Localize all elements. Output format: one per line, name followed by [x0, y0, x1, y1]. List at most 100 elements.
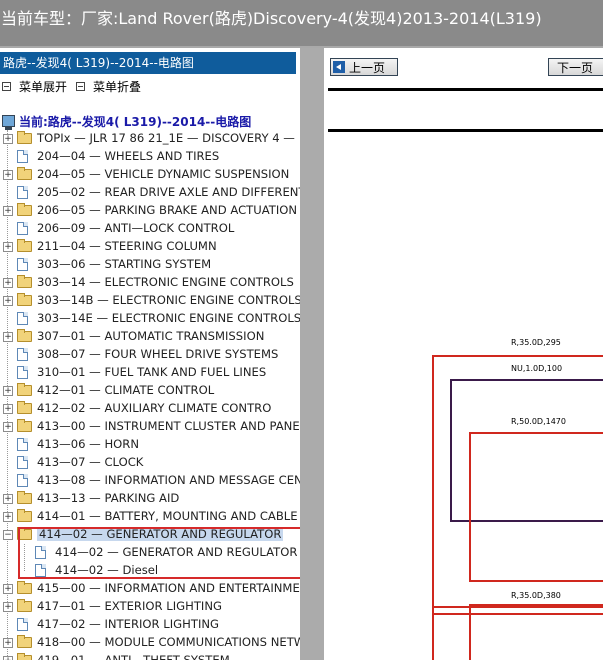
- tree-item[interactable]: + TOPIx — JLR 17 86 21_1E — DISCOVERY 4 —: [0, 130, 300, 148]
- tree-item[interactable]: 303—14E — ELECTRONIC ENGINE CONTROLS: [0, 310, 300, 328]
- expand-toggle-icon[interactable]: +: [3, 422, 13, 432]
- expand-toggle-icon[interactable]: +: [3, 602, 13, 612]
- diagram-header-line: [328, 129, 603, 132]
- tree-item[interactable]: +211—04 — STEERING COLUMN: [0, 238, 300, 256]
- expand-toggle-icon[interactable]: +: [3, 638, 13, 648]
- document-icon: [17, 258, 28, 271]
- folder-icon: [17, 239, 32, 252]
- tree-item[interactable]: +307—01 — AUTOMATIC TRANSMISSION: [0, 328, 300, 346]
- expand-toggle-icon[interactable]: +: [3, 512, 13, 522]
- next-page-label: 下一页: [557, 60, 594, 75]
- window-title-bar: 当前车型：厂家:Land Rover(路虎)Discovery-4(发现4)20…: [0, 0, 603, 46]
- expand-toggle-icon[interactable]: +: [3, 656, 13, 660]
- document-icon: [17, 366, 28, 379]
- expand-toggle-icon[interactable]: +: [3, 296, 13, 306]
- tree-item[interactable]: +412—02 — AUXILIARY CLIMATE CONTRO: [0, 400, 300, 418]
- tree-item[interactable]: +206—05 — PARKING BRAKE AND ACTUATION: [0, 202, 300, 220]
- document-icon: [17, 150, 28, 163]
- tree-item-label: 417—01 — EXTERIOR LIGHTING: [37, 599, 222, 613]
- tree-item[interactable]: 303—06 — STARTING SYSTEM: [0, 256, 300, 274]
- tree-item[interactable]: +418—00 — MODULE COMMUNICATIONS NETW: [0, 634, 300, 652]
- tree-item[interactable]: 413—06 — HORN: [0, 436, 300, 454]
- tree-item-label: 211—04 — STEERING COLUMN: [37, 239, 217, 253]
- expand-toggle-icon[interactable]: +: [3, 584, 13, 594]
- next-page-button[interactable]: 下一页: [548, 58, 603, 76]
- document-icon: [17, 456, 28, 469]
- expand-label: 菜单展开: [19, 80, 68, 94]
- expand-toggle-icon[interactable]: +: [3, 170, 13, 180]
- collapse-icon: [76, 82, 85, 91]
- tree-item-label: 206—09 — ANTI—LOCK CONTROL: [37, 221, 235, 235]
- tree-item-label: 308—07 — FOUR WHEEL DRIVE SYSTEMS: [37, 347, 279, 361]
- window-title: 当前车型：厂家:Land Rover(路虎)Discovery-4(发现4)20…: [1, 9, 542, 28]
- tree-item-label: 413—06 — HORN: [37, 437, 140, 451]
- diagram-viewer: 上一页 下一页 R,35.0D,295 NU,1.0D,100 R,50.0D,…: [324, 48, 603, 660]
- tree-item-label: 413—00 — INSTRUMENT CLUSTER AND PANE: [37, 419, 300, 433]
- current-path-label: 当前:路虎--发现4( L319)--2014--电路图: [19, 114, 252, 129]
- folder-icon: [17, 419, 32, 432]
- folder-icon: [17, 167, 32, 180]
- expand-toggle-icon[interactable]: +: [3, 134, 13, 144]
- wire-path-red: [469, 604, 603, 660]
- collapse-all-button[interactable]: 菜单折叠: [76, 78, 141, 95]
- document-icon: [17, 474, 28, 487]
- tree-item-label: 205—02 — REAR DRIVE AXLE AND DIFFERENT: [37, 185, 300, 199]
- folder-icon: [17, 491, 32, 504]
- tree-item-label: 204—04 — WHEELS AND TIRES: [37, 149, 220, 163]
- tree-item[interactable]: 206—09 — ANTI—LOCK CONTROL: [0, 220, 300, 238]
- tree-item[interactable]: 204—04 — WHEELS AND TIRES: [0, 148, 300, 166]
- expand-all-button[interactable]: 菜单展开: [2, 78, 67, 95]
- tree-item-label: 419—01 — ANTI—THEFT SYSTEM: [37, 653, 230, 660]
- folder-icon: [17, 581, 32, 594]
- tree-item-label: 413—08 — INFORMATION AND MESSAGE CEN: [37, 473, 300, 487]
- tree-item-label: 412—02 — AUXILIARY CLIMATE CONTRO: [37, 401, 272, 415]
- tree-item[interactable]: 413—07 — CLOCK: [0, 454, 300, 472]
- folder-icon: [17, 203, 32, 216]
- tree-item[interactable]: +204—05 — VEHICLE DYNAMIC SUSPENSION: [0, 166, 300, 184]
- expand-toggle-icon[interactable]: +: [3, 386, 13, 396]
- folder-icon: [17, 293, 32, 306]
- tree-item-label: 303—06 — STARTING SYSTEM: [37, 257, 212, 271]
- tree-item[interactable]: +414—01 — BATTERY, MOUNTING AND CABLE: [0, 508, 300, 526]
- panel-header: 路虎--发现4( L319)--2014--电路图: [0, 52, 296, 74]
- collapse-toggle-icon[interactable]: −: [3, 530, 13, 540]
- annotation-highlight-box: [18, 527, 314, 579]
- tree-item-label: 417—02 — INTERIOR LIGHTING: [37, 617, 220, 631]
- document-icon: [17, 618, 28, 631]
- frame-splitter[interactable]: [300, 48, 324, 660]
- folder-icon: [17, 131, 32, 144]
- tree-item[interactable]: +417—01 — EXTERIOR LIGHTING: [0, 598, 300, 616]
- tree-item[interactable]: 308—07 — FOUR WHEEL DRIVE SYSTEMS: [0, 346, 300, 364]
- tree-item-label: 303—14E — ELECTRONIC ENGINE CONTROLS: [37, 311, 300, 325]
- prev-page-button[interactable]: 上一页: [330, 58, 398, 76]
- tree-item[interactable]: +419—01 — ANTI—THEFT SYSTEM: [0, 652, 300, 660]
- tree-item[interactable]: 205—02 — REAR DRIVE AXLE AND DIFFERENT: [0, 184, 300, 202]
- folder-icon: [17, 635, 32, 648]
- tree-item[interactable]: +303—14B — ELECTRONIC ENGINE CONTROLS: [0, 292, 300, 310]
- tree-item-label: 206—05 — PARKING BRAKE AND ACTUATION: [37, 203, 298, 217]
- tree-item-label: 310—01 — FUEL TANK AND FUEL LINES: [37, 365, 267, 379]
- computer-icon: [2, 115, 15, 130]
- wire-path-red: [469, 432, 603, 582]
- folder-icon: [17, 401, 32, 414]
- expand-toggle-icon[interactable]: +: [3, 332, 13, 342]
- arrow-left-icon: [333, 61, 345, 73]
- tree-item[interactable]: +413—00 — INSTRUMENT CLUSTER AND PANE: [0, 418, 300, 436]
- document-icon: [17, 186, 28, 199]
- current-path: 当前:路虎--发现4( L319)--2014--电路图: [2, 112, 251, 130]
- tree-item-label: 413—07 — CLOCK: [37, 455, 144, 469]
- expand-toggle-icon[interactable]: +: [3, 404, 13, 414]
- tree-item[interactable]: 413—08 — INFORMATION AND MESSAGE CEN: [0, 472, 300, 490]
- tree-item[interactable]: 417—02 — INTERIOR LIGHTING: [0, 616, 300, 634]
- expand-toggle-icon[interactable]: +: [3, 242, 13, 252]
- expand-toggle-icon[interactable]: +: [3, 278, 13, 288]
- tree-item[interactable]: +413—13 — PARKING AID: [0, 490, 300, 508]
- tree-item[interactable]: +412—01 — CLIMATE CONTROL: [0, 382, 300, 400]
- tree-item[interactable]: 310—01 — FUEL TANK AND FUEL LINES: [0, 364, 300, 382]
- tree-item[interactable]: +303—14 — ELECTRONIC ENGINE CONTROLS: [0, 274, 300, 292]
- expand-toggle-icon[interactable]: +: [3, 494, 13, 504]
- diagram-top-border: [328, 88, 603, 91]
- tree-item-label: 414—01 — BATTERY, MOUNTING AND CABLE: [37, 509, 298, 523]
- expand-toggle-icon[interactable]: +: [3, 206, 13, 216]
- tree-item[interactable]: +415—00 — INFORMATION AND ENTERTAINME: [0, 580, 300, 598]
